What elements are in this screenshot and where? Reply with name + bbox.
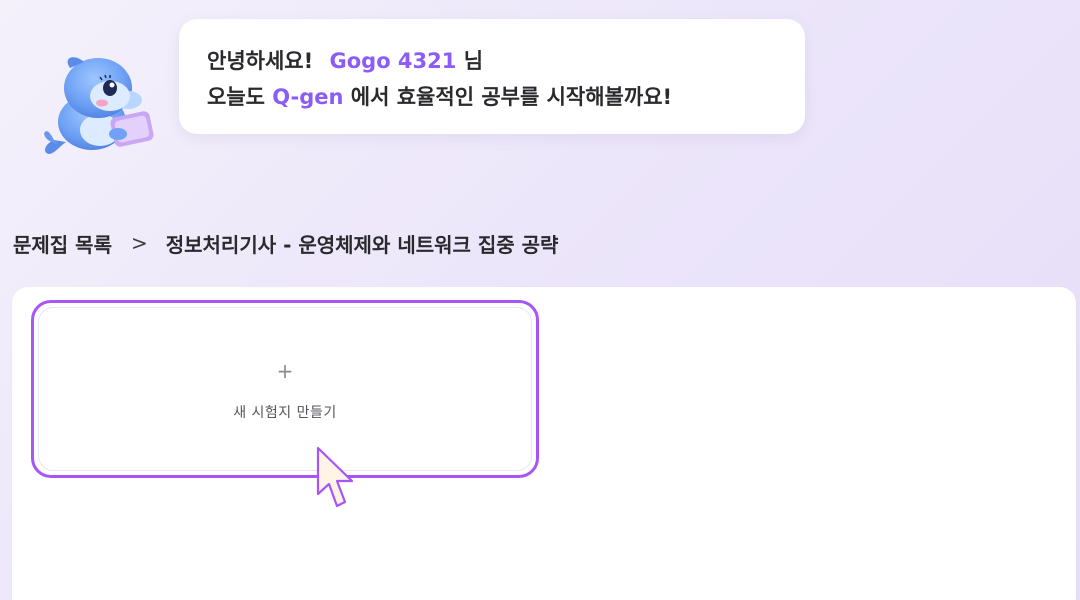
new-test-card-label: 새 시험지 만들기 bbox=[233, 405, 337, 421]
greeting-honorific: 님 bbox=[463, 49, 484, 73]
breadcrumb-current: 정보처리기사 - 운영체제와 네트워크 집중 공략 bbox=[165, 232, 559, 257]
breadcrumb: 문제집 목록 > 정보처리기사 - 운영체제와 네트워크 집중 공략 bbox=[13, 226, 558, 260]
new-test-card-button[interactable]: + 새 시험지 만들기 bbox=[31, 300, 539, 478]
greeting-line-2: 오늘도 Q-gen 에서 효율적인 공부를 시작해볼까요! bbox=[207, 79, 779, 115]
greeting-suffix: 에서 효율적인 공부를 시작해볼까요! bbox=[350, 85, 673, 109]
user-name: Gogo 4321 bbox=[329, 49, 457, 73]
greeting-hello: 안녕하세요! bbox=[207, 49, 314, 73]
breadcrumb-parent-link[interactable]: 문제집 목록 bbox=[13, 229, 112, 258]
new-test-card-inner bbox=[38, 307, 532, 471]
greeting-bubble: 안녕하세요! Gogo 4321 님 오늘도 Q-gen 에서 효율적인 공부를… bbox=[179, 19, 805, 134]
dolphin-mascot-icon bbox=[44, 57, 154, 154]
greeting-prefix: 오늘도 bbox=[207, 85, 265, 109]
chevron-right-icon: > bbox=[130, 231, 148, 255]
plus-icon: + bbox=[276, 359, 294, 383]
pointer-cursor-icon bbox=[316, 446, 354, 508]
app-name: Q-gen bbox=[272, 85, 344, 109]
greeting-line-1: 안녕하세요! Gogo 4321 님 bbox=[207, 43, 779, 79]
